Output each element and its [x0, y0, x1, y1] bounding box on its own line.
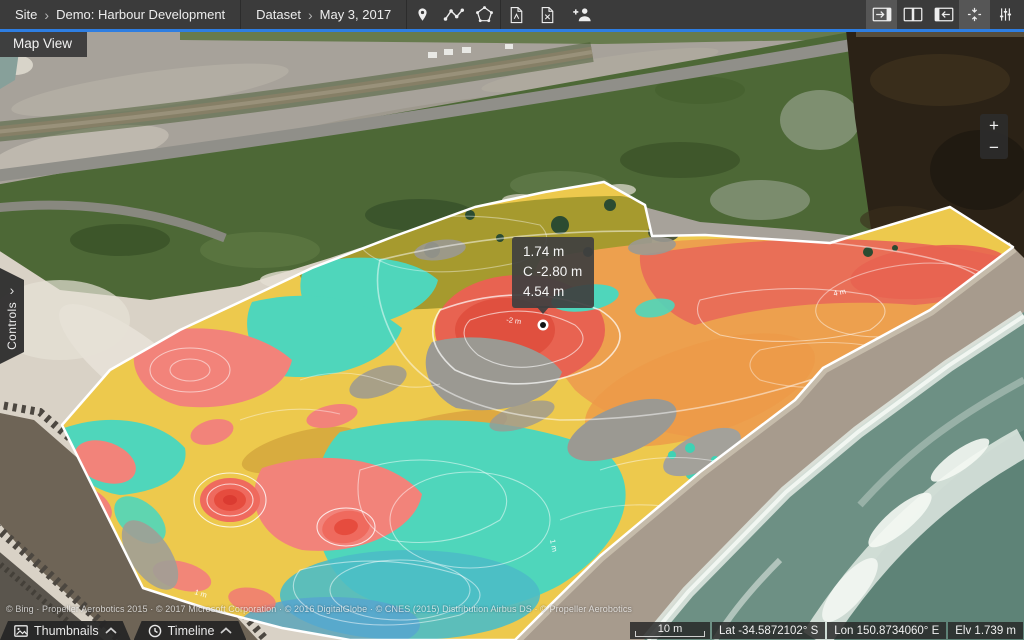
split-view-button[interactable] [897, 0, 928, 29]
chevron-right-icon: › [44, 8, 49, 22]
xls-file-icon [540, 6, 555, 24]
map-view-label: Map View [0, 31, 87, 57]
timeline-tab-label: Timeline [168, 624, 215, 638]
bottom-panel-tabs: Thumbnails Timeline [0, 621, 246, 640]
latitude-readout: Lat -34.5872102° S [712, 622, 825, 639]
add-user-icon [572, 6, 594, 23]
thumbnails-tab[interactable]: Thumbnails [0, 621, 131, 640]
scale-ruler-icon [635, 631, 705, 637]
site-label: Site [15, 7, 37, 22]
panel-right-icon [872, 7, 892, 22]
sliders-icon [997, 6, 1014, 23]
image-icon [14, 625, 28, 637]
longitude-readout: Lon 150.8734060° E [827, 622, 946, 639]
marker-pin-icon [415, 6, 430, 23]
view-settings-button[interactable] [990, 0, 1021, 29]
export-spreadsheet-button[interactable] [532, 0, 563, 29]
elevation-tooltip: 1.74 m C -2.80 m 4.54 m [512, 237, 594, 308]
dataset-label: Dataset [256, 7, 301, 22]
tooltip-line-3: 4.54 m [523, 282, 582, 302]
elevation-readout: Elv 1.739 m [948, 622, 1023, 639]
panel-left-button[interactable] [928, 0, 959, 29]
survey-marker[interactable] [538, 320, 549, 331]
clock-icon [148, 624, 162, 638]
scale-bar: 10 m [630, 622, 710, 639]
top-toolbar: Site › Demo: Harbour Development Dataset… [0, 0, 1024, 29]
map-3d-canvas[interactable]: -2 m 4 m 1 m 1 m [0, 0, 1024, 640]
chevron-right-icon: › [308, 8, 313, 22]
collapse-arrows-icon [966, 6, 983, 23]
polyline-icon [443, 7, 464, 23]
dataset-value: May 3, 2017 [320, 7, 392, 22]
tooltip-line-2: C -2.80 m [523, 262, 582, 282]
map-attribution: © Bing · Propeller Aerobotics 2015 · © 2… [6, 604, 632, 614]
zoom-control: + − [980, 114, 1008, 159]
zoom-out-button[interactable]: − [980, 137, 1008, 160]
layout-controls [866, 0, 1024, 29]
site-value: Demo: Harbour Development [56, 7, 225, 22]
thumbnails-tab-label: Thumbnails [34, 624, 99, 638]
split-view-icon [903, 7, 923, 22]
collapse-view-button[interactable] [959, 0, 990, 29]
marker-pin-button[interactable] [407, 0, 438, 29]
controls-tab-label: Controls [5, 302, 19, 350]
chevron-up-icon [220, 627, 232, 634]
polygon-area-button[interactable] [469, 0, 500, 29]
panel-left-icon [934, 7, 954, 22]
share-add-user-button[interactable] [563, 0, 603, 29]
controls-panel-tab[interactable]: › Controls [0, 268, 24, 364]
tooltip-line-1: 1.74 m [523, 242, 582, 262]
breadcrumb-dataset[interactable]: Dataset › May 3, 2017 [241, 0, 406, 29]
timeline-tab[interactable]: Timeline [134, 621, 247, 640]
breadcrumb-site[interactable]: Site › Demo: Harbour Development [0, 0, 240, 29]
propeller-map-app: -2 m 4 m 1 m 1 m Site › Demo: Harbour De… [0, 0, 1024, 640]
export-pdf-button[interactable] [501, 0, 532, 29]
chevron-up-icon [105, 627, 117, 634]
zoom-in-button[interactable]: + [980, 114, 1008, 137]
polyline-measure-button[interactable] [438, 0, 469, 29]
panel-right-button[interactable] [866, 0, 897, 29]
polygon-icon [476, 6, 493, 23]
pdf-file-icon [509, 6, 524, 24]
chevron-right-icon: › [10, 283, 15, 297]
timeline-accent-bar [0, 29, 1024, 32]
status-bar: 10 m Lat -34.5872102° S Lon 150.8734060°… [630, 622, 1023, 639]
